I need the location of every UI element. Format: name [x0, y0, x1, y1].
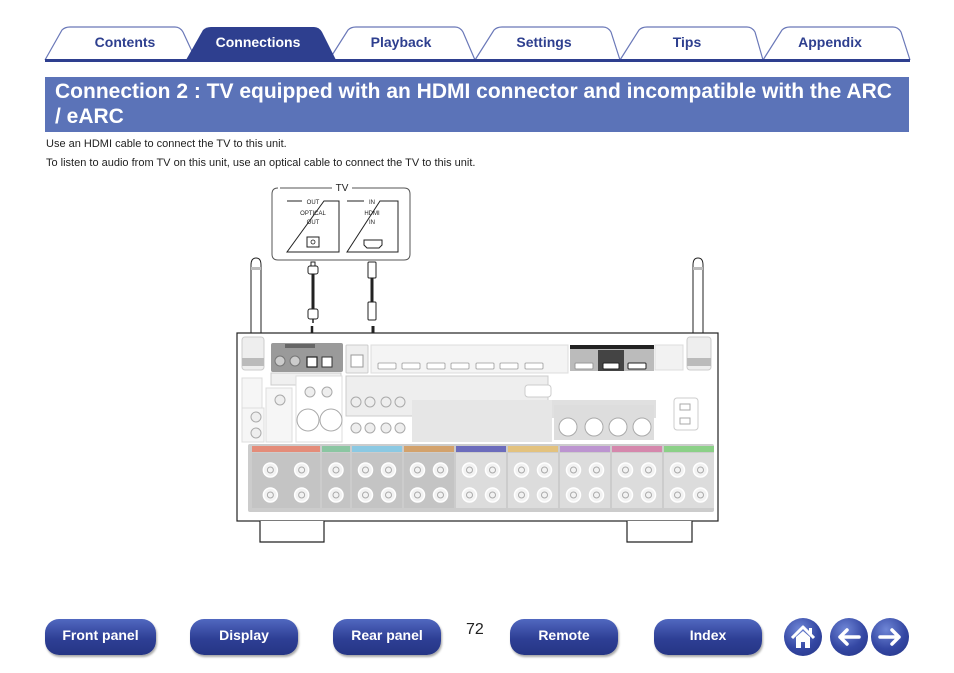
speaker-terminal [588, 462, 605, 478]
tv-out-group-label: OUT [307, 200, 320, 206]
foot-right [626, 521, 693, 543]
front-panel-button[interactable]: Front panel [45, 619, 156, 655]
speaker-terminal [669, 487, 686, 503]
home-icon [790, 625, 816, 648]
speaker-terminal [262, 462, 279, 478]
speaker-group-height3 [612, 446, 662, 508]
speaker-terminal [565, 487, 582, 503]
speaker-terminal [432, 487, 449, 503]
rear-panel-button[interactable]: Rear panel [333, 619, 441, 655]
speaker-group-surround-back [404, 446, 454, 508]
speaker-group-height4 [664, 446, 714, 508]
speaker-terminal [513, 487, 530, 503]
back-button[interactable] [830, 618, 868, 656]
speaker-terminal [484, 487, 501, 503]
speaker-terminal [357, 462, 374, 478]
speaker-terminal [293, 487, 310, 503]
speaker-terminal [692, 462, 709, 478]
speaker-terminal [617, 487, 634, 503]
hdmi-in-label-1: HDMI [364, 211, 380, 217]
tv-label: TV [336, 183, 349, 194]
tv-hdmi-port [363, 239, 383, 249]
speaker-terminal [484, 462, 501, 478]
receiver-rear-panel [236, 332, 719, 543]
speaker-group-front-wide [456, 446, 506, 508]
remote-button[interactable]: Remote [510, 619, 618, 655]
speaker-terminal [461, 462, 478, 478]
speaker-terminal [293, 462, 310, 478]
tv-in-group-label: IN [369, 200, 375, 206]
speaker-terminal [380, 487, 397, 503]
optical-out-label-1: OPTICAL [300, 211, 326, 217]
speaker-terminal [617, 462, 634, 478]
speaker-terminal [692, 487, 709, 503]
page-number: 72 [466, 621, 484, 638]
index-button[interactable]: Index [654, 619, 762, 655]
ac-inlet [673, 397, 699, 431]
speaker-terminal [262, 487, 279, 503]
antenna-left [250, 257, 262, 333]
speaker-group-center [322, 446, 350, 508]
speaker-terminal [588, 487, 605, 503]
speaker-group-surround [352, 446, 402, 508]
speaker-terminal [536, 487, 553, 503]
arrow-left-icon [838, 628, 861, 646]
arrow-right-icon [878, 628, 901, 646]
home-button[interactable] [784, 618, 822, 656]
hdmi-in-label-2: IN [369, 220, 375, 226]
tv-box: TV OUT OPTICAL OUT IN HDMI IN [271, 183, 411, 261]
display-button[interactable]: Display [190, 619, 298, 655]
connection-diagram: TV OUT OPTICAL OUT IN HDMI IN [236, 183, 719, 543]
speaker-group-height1 [508, 446, 558, 508]
speaker-terminal [640, 487, 657, 503]
speaker-terminal [461, 487, 478, 503]
antenna-right [692, 257, 704, 333]
speaker-terminal [536, 462, 553, 478]
speaker-terminal [328, 462, 344, 478]
tv-optical-port [306, 236, 320, 248]
optical-out-label-2: OUT [307, 220, 320, 226]
speaker-terminal [409, 487, 426, 503]
receiver-optical-in-port [306, 356, 318, 368]
speaker-group-front [252, 446, 320, 508]
forward-button[interactable] [871, 618, 909, 656]
speaker-terminal [513, 462, 530, 478]
speaker-terminal [432, 462, 449, 478]
speaker-terminal [565, 462, 582, 478]
speaker-group-height2 [560, 446, 610, 508]
speaker-terminal [669, 462, 686, 478]
speaker-terminal [357, 487, 374, 503]
foot-left [259, 521, 325, 543]
speaker-terminal [380, 462, 397, 478]
speaker-terminal [640, 462, 657, 478]
speaker-terminal [328, 487, 344, 503]
speaker-terminal [409, 462, 426, 478]
